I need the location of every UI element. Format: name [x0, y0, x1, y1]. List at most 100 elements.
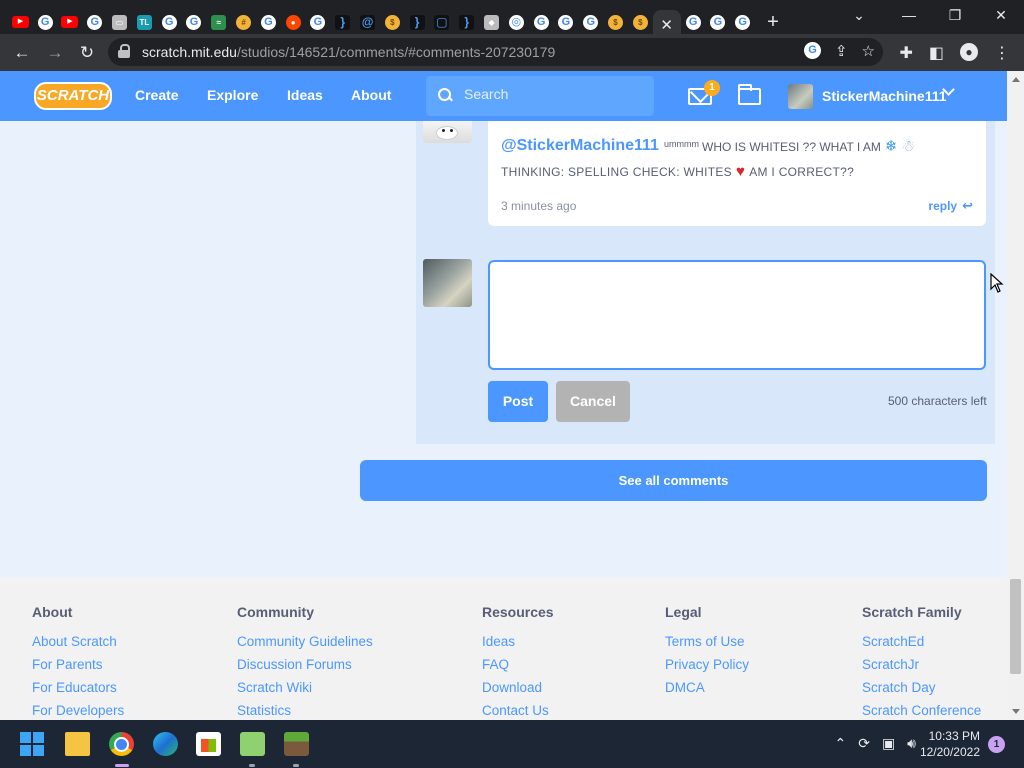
- taskbar-clock[interactable]: 10:33 PM 12/20/2022: [920, 728, 980, 760]
- tab-at[interactable]: @: [355, 10, 380, 34]
- comment-textarea[interactable]: [488, 260, 986, 370]
- window-close-icon[interactable]: ✕: [978, 0, 1024, 30]
- nav-about[interactable]: About: [351, 87, 391, 103]
- tab-coin[interactable]: $: [628, 10, 653, 34]
- footer-link[interactable]: Discussion Forums: [237, 657, 373, 672]
- tab-tl[interactable]: TL: [132, 10, 157, 34]
- footer-link[interactable]: Terms of Use: [665, 634, 749, 649]
- footer-link[interactable]: Statistics: [237, 703, 373, 718]
- volume-icon[interactable]: 🔊︎: [907, 735, 916, 752]
- footer-link[interactable]: Contact Us: [482, 703, 554, 718]
- footer-link[interactable]: FAQ: [482, 657, 554, 672]
- tab-google[interactable]: G: [306, 10, 331, 34]
- microsoft-store-icon[interactable]: [196, 732, 221, 756]
- footer-link[interactable]: ScratchJr: [862, 657, 981, 672]
- tab-google[interactable]: G: [33, 10, 58, 34]
- nav-avatar[interactable]: [788, 84, 813, 109]
- tab-coin[interactable]: $: [380, 10, 405, 34]
- tab-google[interactable]: G: [730, 10, 755, 34]
- tab-google[interactable]: G: [529, 10, 554, 34]
- footer-link[interactable]: For Developers: [32, 703, 124, 718]
- tab-monitor[interactable]: ▭: [107, 10, 132, 34]
- tab-brace[interactable]: }: [405, 10, 430, 34]
- chrome-icon[interactable]: [109, 732, 134, 756]
- side-panel-icon[interactable]: ◧: [929, 43, 944, 63]
- nav-username[interactable]: StickerMachine111: [822, 88, 947, 104]
- see-all-comments-button[interactable]: See all comments: [360, 460, 987, 501]
- footer-link[interactable]: Community Guidelines: [237, 634, 373, 649]
- minimize-icon[interactable]: —: [886, 0, 932, 30]
- tab-youtube[interactable]: ▶: [58, 10, 83, 34]
- sync-icon[interactable]: ⟳: [858, 735, 870, 752]
- notification-badge[interactable]: 1: [988, 736, 1005, 753]
- network-icon[interactable]: ▣: [882, 735, 895, 752]
- tab-dice[interactable]: ◆: [479, 10, 504, 34]
- maximize-icon[interactable]: ❐: [932, 0, 978, 30]
- reply-author-avatar[interactable]: [423, 121, 472, 143]
- nav-explore[interactable]: Explore: [207, 87, 258, 103]
- scratch-logo[interactable]: SCRATCH: [34, 82, 112, 110]
- post-button[interactable]: Post: [488, 381, 548, 422]
- edge-icon[interactable]: [153, 732, 178, 756]
- lock-icon[interactable]: [118, 44, 130, 59]
- tab-reddit[interactable]: ●: [281, 10, 306, 34]
- footer-link[interactable]: For Parents: [32, 657, 124, 672]
- footer-link[interactable]: DMCA: [665, 680, 749, 695]
- footer-link[interactable]: Ideas: [482, 634, 554, 649]
- footer-link[interactable]: For Educators: [32, 680, 124, 695]
- tab-brace[interactable]: }: [454, 10, 479, 34]
- footer-link[interactable]: Download: [482, 680, 554, 695]
- footer-link[interactable]: About Scratch: [32, 634, 124, 649]
- my-stuff-folder-icon[interactable]: [738, 84, 761, 105]
- tab-brace[interactable]: }: [330, 10, 355, 34]
- bookmark-star-icon[interactable]: ☆: [862, 42, 875, 60]
- tab-youtube[interactable]: ▶: [8, 10, 33, 34]
- nav-ideas[interactable]: Ideas: [287, 87, 323, 103]
- tab-google[interactable]: G: [157, 10, 182, 34]
- tab-wifi[interactable]: ≈: [206, 10, 231, 34]
- tab-google[interactable]: G: [256, 10, 281, 34]
- cancel-button[interactable]: Cancel: [556, 381, 630, 422]
- tab-chat[interactable]: ▢: [430, 10, 455, 34]
- nav-create[interactable]: Create: [135, 87, 179, 103]
- windows-start-icon[interactable]: [20, 732, 45, 756]
- share-icon[interactable]: ⇪: [835, 42, 848, 60]
- reply-button[interactable]: reply ↩: [928, 198, 973, 214]
- tab-google[interactable]: G: [182, 10, 207, 34]
- footer-link[interactable]: Scratch Day: [862, 680, 981, 695]
- new-tab-button[interactable]: +: [767, 11, 779, 34]
- kebab-menu-icon[interactable]: ⋮: [994, 43, 1010, 63]
- message-count-badge[interactable]: 1: [704, 80, 720, 96]
- profile-icon[interactable]: ●: [960, 43, 978, 61]
- address-bar[interactable]: scratch.mit.edu/studios/146521/comments/…: [108, 38, 883, 66]
- tray-chevron-up-icon[interactable]: ⌃: [834, 735, 846, 752]
- scroll-down-arrow-icon[interactable]: [1012, 709, 1020, 714]
- notepad-icon[interactable]: [240, 732, 265, 756]
- scrollbar-thumb[interactable]: [1010, 579, 1021, 674]
- tab-orange[interactable]: #: [231, 10, 256, 34]
- url-text[interactable]: scratch.mit.edu/studios/146521/comments/…: [142, 44, 555, 60]
- tab-google[interactable]: G: [82, 10, 107, 34]
- footer-link[interactable]: Privacy Policy: [665, 657, 749, 672]
- footer-link[interactable]: Scratch Wiki: [237, 680, 373, 695]
- extensions-puzzle-icon[interactable]: ✚: [899, 43, 912, 63]
- google-lens-icon[interactable]: G: [803, 42, 821, 59]
- tab-google[interactable]: G: [681, 10, 706, 34]
- tab-google[interactable]: G: [554, 10, 579, 34]
- file-explorer-icon[interactable]: [65, 732, 90, 756]
- tab-google[interactable]: G: [578, 10, 603, 34]
- scroll-up-arrow-icon[interactable]: [1012, 77, 1020, 82]
- tab-google[interactable]: G: [706, 10, 731, 34]
- forward-arrow-icon[interactable]: →: [43, 41, 67, 65]
- tab-search-chevron-icon[interactable]: ⌄: [836, 0, 882, 30]
- search-box[interactable]: [426, 76, 654, 116]
- footer-link[interactable]: ScratchEd: [862, 634, 981, 649]
- back-arrow-icon[interactable]: ←: [10, 41, 34, 65]
- tab-coin[interactable]: $: [603, 10, 628, 34]
- reload-icon[interactable]: ↻: [75, 41, 99, 65]
- page-scrollbar[interactable]: [1007, 71, 1024, 720]
- comment-author-link[interactable]: @StickerMachine111: [501, 137, 659, 155]
- search-input[interactable]: [464, 86, 644, 102]
- tab-chrome[interactable]: ◎: [504, 10, 529, 34]
- close-icon[interactable]: ✕: [660, 16, 673, 34]
